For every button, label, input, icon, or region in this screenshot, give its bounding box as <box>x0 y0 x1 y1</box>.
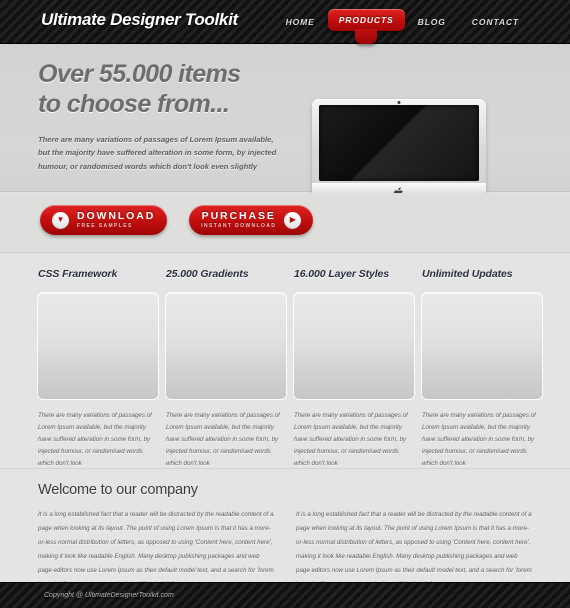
feature-title: 16.000 Layer Styles <box>294 268 390 280</box>
imac-camera-icon <box>397 101 401 104</box>
hero-content: Over 55.000 items to choose from... Ther… <box>38 60 298 173</box>
welcome-title: Welcome to our company <box>38 482 198 498</box>
feature-text: There are many variations of passages of… <box>166 412 280 468</box>
site-logo[interactable]: Ultimate Designer Toolkit <box>41 10 238 30</box>
copyright-text: Copyright @ UltimateDesignerToolkit.com <box>44 592 174 599</box>
feature-column-css-framework: CSS Framework There are many variations … <box>38 268 158 470</box>
feature-columns: CSS Framework There are many variations … <box>38 268 542 470</box>
welcome-section: Welcome to our company It is a long esta… <box>0 470 570 588</box>
main-navigation: HOME PRODUCTS BLOG CONTACT <box>273 9 532 31</box>
right-arrow-icon: ▶ <box>284 211 302 229</box>
hero-section: Over 55.000 items to choose from... Ther… <box>0 44 570 235</box>
feature-title: Unlimited Updates <box>422 268 513 280</box>
nav-item-home[interactable]: HOME <box>273 13 328 31</box>
hero-subtitle: There are many variations of passages of… <box>38 135 277 171</box>
feature-image-placeholder[interactable] <box>166 293 286 399</box>
imac-body <box>312 99 486 207</box>
purchase-button-labels: PURCHASE INSTANT DOWNLOAD <box>201 209 277 229</box>
download-button-label: DOWNLOAD <box>77 209 156 222</box>
download-button[interactable]: ▼ DOWNLOAD FREE SAMPLES <box>40 205 168 235</box>
nav-item-contact[interactable]: CONTACT <box>459 13 532 31</box>
cta-band: ▼ DOWNLOAD FREE SAMPLES PURCHASE INSTANT… <box>0 193 570 253</box>
welcome-text-right: It is a long established fact that a rea… <box>296 511 532 588</box>
cta-button-group: ▼ DOWNLOAD FREE SAMPLES PURCHASE INSTANT… <box>40 205 314 235</box>
download-button-labels: DOWNLOAD FREE SAMPLES <box>77 209 156 229</box>
feature-image-placeholder[interactable] <box>422 293 542 399</box>
webpage-mockup: Ultimate Designer Toolkit HOME PRODUCTS … <box>0 0 570 608</box>
hero-title: Over 55.000 items to choose from... <box>38 60 298 119</box>
site-header: Ultimate Designer Toolkit HOME PRODUCTS … <box>0 0 570 44</box>
features-section: CSS Framework There are many variations … <box>0 254 570 469</box>
feature-image-placeholder[interactable] <box>294 293 414 399</box>
feature-text: There are many variations of passages of… <box>422 412 536 468</box>
site-footer: Copyright @ UltimateDesignerToolkit.com <box>0 582 570 608</box>
welcome-columns: It is a long established fact that a rea… <box>38 508 532 592</box>
purchase-button-sublabel: INSTANT DOWNLOAD <box>201 222 277 229</box>
purchase-button[interactable]: PURCHASE INSTANT DOWNLOAD ▶ <box>189 205 314 235</box>
feature-text: There are many variations of passages of… <box>38 412 152 468</box>
down-arrow-icon: ▼ <box>52 211 69 229</box>
hero-title-line1: Over 55.000 items <box>38 60 241 88</box>
feature-column-layer-styles: 16.000 Layer Styles There are many varia… <box>294 268 414 470</box>
feature-image-placeholder[interactable] <box>38 293 158 399</box>
nav-item-products[interactable]: PRODUCTS <box>327 9 405 31</box>
nav-item-blog[interactable]: BLOG <box>405 13 459 31</box>
purchase-button-label: PURCHASE <box>201 209 276 222</box>
feature-column-unlimited-updates: Unlimited Updates There are many variati… <box>422 268 542 470</box>
feature-text: There are many variations of passages of… <box>294 412 408 468</box>
welcome-text-left: It is a long established fact that a rea… <box>38 511 274 588</box>
imac-screen <box>319 105 479 181</box>
feature-title: CSS Framework <box>38 268 118 280</box>
feature-column-gradients: 25.000 Gradients There are many variatio… <box>166 268 286 470</box>
download-button-sublabel: FREE SAMPLES <box>77 222 133 229</box>
feature-title: 25.000 Gradients <box>166 268 249 280</box>
hero-title-line2: to choose from... <box>38 89 230 118</box>
